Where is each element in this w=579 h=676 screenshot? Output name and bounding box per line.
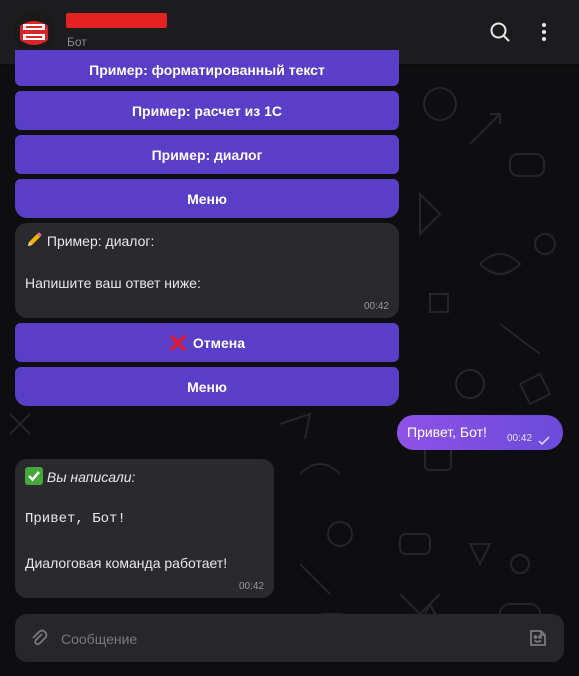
chat-logo-icon — [14, 12, 54, 52]
button-label: Отмена — [192, 334, 246, 351]
message-text: Привет, Бот! — [407, 424, 487, 440]
message-input[interactable] — [59, 626, 503, 652]
paperclip-icon[interactable] — [29, 628, 49, 653]
check-icon — [538, 433, 550, 449]
message-bubble-outgoing: Привет, Бот! 00:42 — [397, 415, 563, 450]
message-body: Напишите ваш ответ ниже: — [25, 275, 201, 291]
button-label: Пример: расчет из 1С — [131, 102, 283, 119]
message-time: 00:42 — [238, 581, 264, 592]
button-label: Пример: форматированный текст — [89, 62, 325, 78]
button-label: Пример: диалог — [151, 146, 263, 163]
keyboard-button-cancel[interactable]: Отмена — [15, 323, 399, 362]
message-bubble-reply: Вы написали: Привет, Бот! Диалоговая ком… — [15, 459, 274, 598]
message-heading-italic: Вы написали: — [46, 469, 136, 485]
check-mark-button-emoji — [25, 467, 43, 485]
keyboard-button-dialog[interactable]: Пример: диалог — [15, 135, 399, 174]
keyboard-button-formatted-text[interactable]: Пример: форматированный текст — [15, 50, 399, 86]
message-time: 00:42 — [363, 301, 389, 312]
message-time: 00:42 — [507, 433, 533, 444]
message-heading: Пример: диалог: — [25, 231, 154, 249]
search-icon[interactable] — [488, 20, 512, 44]
button-label: Меню — [187, 378, 227, 395]
keyboard-button-menu[interactable]: Меню — [15, 179, 399, 218]
button-label: Меню — [187, 190, 227, 207]
pencil-emoji — [25, 231, 43, 249]
chat-title-redacted[interactable] — [66, 13, 167, 28]
message-code: Привет, Бот! — [25, 511, 126, 527]
sticker-icon[interactable] — [528, 628, 548, 653]
more-vertical-icon[interactable] — [532, 20, 556, 44]
keyboard-button-menu-2[interactable]: Меню — [15, 367, 399, 406]
message-composer — [15, 614, 564, 662]
message-bubble-dialog: Пример: диалог: Напишите ваш ответ ниже:… — [15, 223, 399, 318]
cross-mark-icon — [169, 334, 187, 352]
bot-avatar[interactable] — [14, 12, 54, 52]
message-title: Пример: диалог: — [46, 233, 155, 249]
message-body: Диалоговая команда работает! — [25, 555, 228, 571]
keyboard-button-1c-calc[interactable]: Пример: расчет из 1С — [15, 91, 399, 130]
chat-subtitle: Бот — [67, 35, 87, 49]
message-heading: Вы написали: — [25, 467, 135, 485]
